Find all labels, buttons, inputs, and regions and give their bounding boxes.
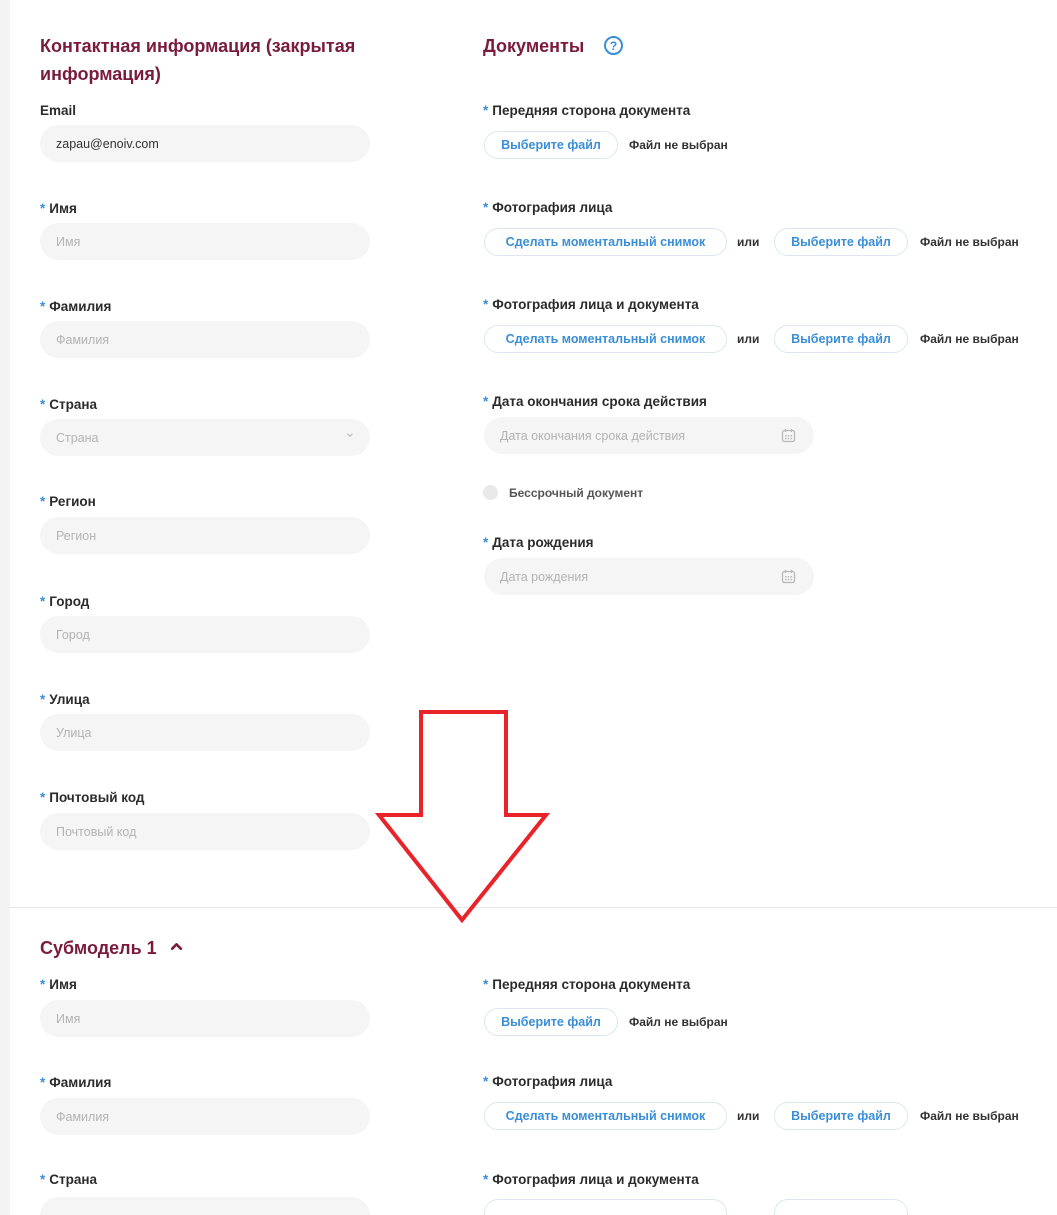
- submodel-face-photo-snapshot-button[interactable]: Сделать моментальный снимок: [484, 1102, 727, 1130]
- email-field[interactable]: zapau@enoiv.com: [40, 125, 370, 162]
- submodel-last-name-input[interactable]: Фамилия: [40, 1098, 370, 1135]
- left-border: [0, 0, 10, 1215]
- birth-date-label: * Дата рождения: [483, 535, 594, 550]
- submodel-front-doc-choose-file-button[interactable]: Выберите файл: [484, 1008, 618, 1036]
- submodel-first-name-label: * Имя: [40, 977, 77, 992]
- city-input[interactable]: Город: [40, 616, 370, 653]
- indefinite-document-radio[interactable]: [483, 485, 498, 500]
- face-photo-label: * Фотография лица: [483, 200, 613, 215]
- submodel-face-doc-choose-file-button[interactable]: [774, 1199, 908, 1215]
- first-name-input[interactable]: Имя: [40, 223, 370, 260]
- face-photo-choose-file-button[interactable]: Выберите файл: [774, 228, 908, 256]
- postal-code-label: * Почтовый код: [40, 790, 145, 805]
- indefinite-document-label: Бессрочный документ: [509, 486, 644, 500]
- postal-code-input[interactable]: Почтовый код: [40, 813, 370, 850]
- submodel-last-name-label: * Фамилия: [40, 1075, 112, 1090]
- face-doc-or-text: или: [737, 332, 760, 346]
- front-doc-no-file-text: Файл не выбран: [629, 138, 728, 152]
- face-doc-photo-label: * Фотография лица и документа: [483, 297, 699, 312]
- submodel-face-doc-photo-label: * Фотография лица и документа: [483, 1172, 699, 1187]
- first-name-label: * Имя: [40, 201, 77, 216]
- documents-title: Документы: [483, 36, 585, 56]
- contact-title-line2: информация): [40, 64, 161, 84]
- country-select[interactable]: Страна: [40, 419, 370, 456]
- country-label: * Страна: [40, 397, 98, 412]
- chevron-down-icon: [347, 433, 353, 438]
- region-label: * Регион: [40, 494, 96, 509]
- submodel-face-photo-label: * Фотография лица: [483, 1074, 613, 1089]
- last-name-input[interactable]: Фамилия: [40, 321, 370, 358]
- submodel-face-photo-choose-file-button[interactable]: Выберите файл: [774, 1102, 908, 1130]
- region-input[interactable]: Регион: [40, 517, 370, 554]
- email-label: Email: [40, 103, 77, 118]
- submodel-front-doc-label: * Передняя сторона документа: [483, 977, 691, 992]
- contact-title-line1: Контактная информация (закрытая: [40, 36, 356, 56]
- expiry-date-input[interactable]: Дата окончания срока действия: [484, 417, 814, 454]
- street-input[interactable]: Улица: [40, 714, 370, 751]
- face-doc-no-file-text: Файл не выбран: [920, 332, 1019, 346]
- section-divider: [10, 907, 1057, 908]
- face-photo-no-file-text: Файл не выбран: [920, 235, 1019, 249]
- street-label: * Улица: [40, 692, 90, 707]
- submodel-country-select[interactable]: [40, 1197, 370, 1215]
- calendar-icon[interactable]: [781, 569, 796, 584]
- submodel-first-name-input[interactable]: Имя: [40, 1000, 370, 1037]
- submodel-country-label: * Страна: [40, 1172, 98, 1187]
- city-label: * Город: [40, 594, 90, 609]
- email-value: zapau@enoiv.com: [56, 136, 159, 151]
- submodel-front-doc-no-file-text: Файл не выбран: [629, 1015, 728, 1029]
- face-photo-snapshot-button[interactable]: Сделать моментальный снимок: [484, 228, 727, 256]
- face-doc-choose-file-button[interactable]: Выберите файл: [774, 325, 908, 353]
- submodel-face-photo-no-file-text: Файл не выбран: [920, 1109, 1019, 1123]
- expiry-date-label: * Дата окончания срока действия: [483, 394, 707, 409]
- submodel-face-photo-or-text: или: [737, 1109, 760, 1123]
- face-photo-or-text: или: [737, 235, 760, 249]
- face-doc-snapshot-button[interactable]: Сделать моментальный снимок: [484, 325, 727, 353]
- front-doc-choose-file-button[interactable]: Выберите файл: [484, 131, 618, 159]
- birth-date-input[interactable]: Дата рождения: [484, 558, 814, 595]
- submodel-face-doc-snapshot-button[interactable]: [484, 1199, 727, 1215]
- last-name-label: * Фамилия: [40, 299, 112, 314]
- chevron-up-icon[interactable]: [170, 940, 183, 953]
- front-doc-label: * Передняя сторона документа: [483, 103, 691, 118]
- contact-section-title: Контактная информация (закрытая информац…: [40, 32, 355, 88]
- submodel-title: Субмодель 1: [40, 938, 157, 958]
- calendar-icon[interactable]: [781, 428, 796, 443]
- help-icon[interactable]: ?: [604, 36, 623, 55]
